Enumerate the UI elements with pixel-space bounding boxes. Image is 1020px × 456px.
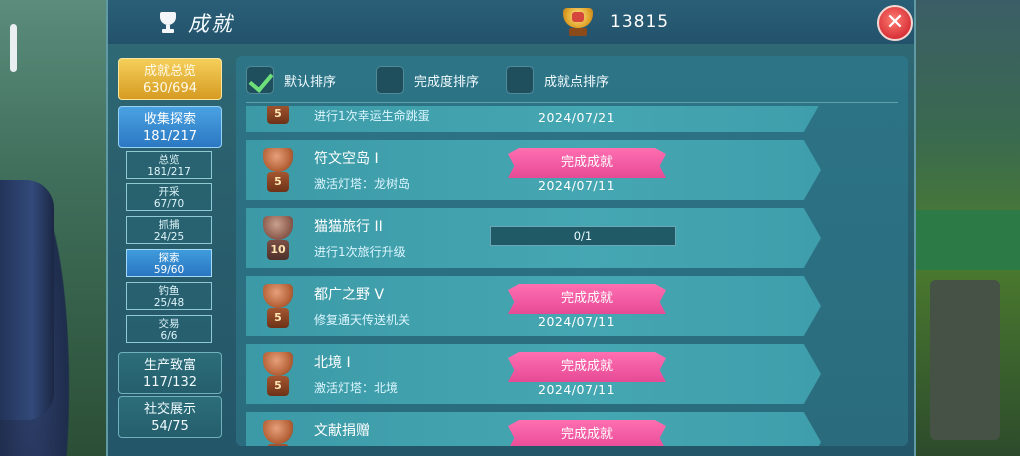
divider [246, 102, 898, 103]
sidebar-item-count: 117/132 [142, 375, 197, 390]
sidebar-item-social[interactable]: 社交展示 54/75 [118, 396, 222, 438]
achievement-name: 文献捐赠 [314, 423, 370, 439]
achievement-row[interactable]: 文献捐赠 完成成就 [246, 412, 821, 446]
checkbox[interactable] [376, 66, 404, 94]
achievement-desc: 进行1次幸运生命跳蛋 [314, 109, 430, 123]
bronze-trophy-icon: 5 [260, 350, 296, 398]
achievement-points: 13815 [610, 12, 670, 32]
gold-trophy-icon [560, 6, 596, 38]
world-block [914, 210, 1020, 270]
sidebar-item-collect[interactable]: 收集探索 181/217 [118, 106, 222, 148]
achievement-desc: 激活灯塔：龙树岛 [314, 177, 411, 191]
sidebar-item-count: 54/75 [151, 419, 189, 434]
achievement-content: 默认排序 完成度排序 成就点排序 5 进行1次幸运生命跳蛋 2024/07/21 [236, 56, 908, 446]
achievement-row[interactable]: 5 进行1次幸运生命跳蛋 2024/07/21 [246, 106, 821, 132]
sort-label: 成就点排序 [544, 74, 610, 90]
checkbox-checked[interactable] [246, 66, 274, 94]
sort-bar: 默认排序 完成度排序 成就点排序 [236, 56, 908, 103]
achievement-date: 2024/07/21 [538, 110, 616, 125]
achievement-desc: 修复通天传送机关 [314, 313, 411, 327]
subcategory-count: 6/6 [160, 330, 178, 342]
sidebar-item-overview[interactable]: 成就总览 630/694 [118, 58, 222, 100]
game-world-right [914, 0, 1020, 456]
subcategory-label: 钓鱼 [158, 285, 180, 297]
sidebar: 成就总览 630/694 收集探索 181/217 总览 181/217 开采 … [116, 56, 224, 446]
scroll-handle[interactable] [10, 24, 17, 72]
achievement-name: 符文空岛 I [314, 151, 379, 167]
subcategory-mining[interactable]: 开采 67/70 [126, 183, 212, 211]
checkbox[interactable] [506, 66, 534, 94]
subcategory-label: 开采 [158, 186, 180, 198]
bronze-trophy-icon: 5 [260, 146, 296, 194]
subcategory-count: 24/25 [153, 231, 185, 243]
complete-ribbon: 完成成就 [508, 284, 666, 314]
sort-label: 默认排序 [284, 74, 337, 90]
world-block [930, 280, 1000, 440]
progress-bar: 0/1 [490, 226, 676, 246]
sort-completion[interactable]: 完成度排序 [376, 66, 479, 94]
complete-ribbon: 完成成就 [508, 420, 666, 446]
subcategory-label: 交易 [158, 318, 180, 330]
world-pillar [0, 180, 54, 420]
achievement-date: 2024/07/11 [538, 382, 616, 397]
subcategory-count: 25/48 [153, 297, 185, 309]
sidebar-item-count: 181/217 [142, 129, 197, 144]
page-title: 成就 [188, 12, 234, 36]
subcategory-count: 67/70 [153, 198, 185, 210]
achievement-date: 2024/07/11 [538, 178, 616, 193]
subcategory-trade[interactable]: 交易 6/6 [126, 315, 212, 343]
bronze-trophy-icon: 5 [260, 106, 296, 126]
achievement-desc: 激活灯塔：北境 [314, 381, 399, 395]
sort-label: 完成度排序 [414, 74, 480, 90]
subcategory-count: 59/60 [153, 264, 185, 276]
panel-header: 成就 13815 ✕ [108, 0, 914, 44]
sidebar-item-label: 收集探索 [143, 112, 196, 127]
silver-trophy-icon: 10 [260, 214, 296, 262]
achievement-row[interactable]: 5 北境 I 激活灯塔：北境 完成成就 2024/07/11 [246, 344, 821, 404]
subcategory-count: 181/217 [147, 166, 191, 178]
subcategory-label: 抓捕 [158, 219, 180, 231]
achievement-date: 2024/07/11 [538, 314, 616, 329]
complete-ribbon: 完成成就 [508, 148, 666, 178]
sidebar-item-produce[interactable]: 生产致富 117/132 [118, 352, 222, 394]
achievement-name: 猫猫旅行 II [314, 219, 383, 235]
achievement-list: 5 进行1次幸运生命跳蛋 2024/07/21 5 符文空岛 I 激活灯塔：龙树… [236, 106, 908, 446]
subcategory-fishing[interactable]: 钓鱼 25/48 [126, 282, 212, 310]
achievement-desc: 进行1次旅行升级 [314, 245, 406, 259]
subcategory-overview[interactable]: 总览 181/217 [126, 151, 212, 179]
achievement-row[interactable]: 5 符文空岛 I 激活灯塔：龙树岛 完成成就 2024/07/11 [246, 140, 821, 200]
achievement-panel: 成就 13815 ✕ 成就总览 630/694 收集探索 181/217 总览 … [106, 0, 916, 456]
achievement-name: 北境 I [314, 355, 351, 371]
subcategory-label: 总览 [158, 154, 180, 166]
sort-default[interactable]: 默认排序 [246, 66, 336, 94]
subcategory-capture[interactable]: 抓捕 24/25 [126, 216, 212, 244]
points-display: 13815 [560, 6, 669, 38]
game-world-left [0, 0, 106, 456]
sidebar-item-count: 630/694 [142, 81, 197, 96]
sort-points[interactable]: 成就点排序 [506, 66, 609, 94]
subcategory-label: 探索 [158, 252, 180, 264]
achievement-row[interactable]: 10 猫猫旅行 II 进行1次旅行升级 0/1 [246, 208, 821, 268]
trophy-icon [158, 12, 178, 34]
subcategory-explore[interactable]: 探索 59/60 [126, 249, 212, 277]
sidebar-item-label: 成就总览 [143, 64, 196, 79]
sidebar-item-label: 生产致富 [143, 358, 196, 373]
bronze-trophy-icon [260, 418, 296, 446]
sidebar-item-label: 社交展示 [143, 402, 196, 417]
close-button[interactable]: ✕ [877, 5, 913, 41]
bronze-trophy-icon: 5 [260, 282, 296, 330]
achievement-name: 都广之野 V [314, 287, 385, 303]
complete-ribbon: 完成成就 [508, 352, 666, 382]
achievement-row[interactable]: 5 都广之野 V 修复通天传送机关 完成成就 2024/07/11 [246, 276, 821, 336]
title-group: 成就 [158, 8, 234, 38]
